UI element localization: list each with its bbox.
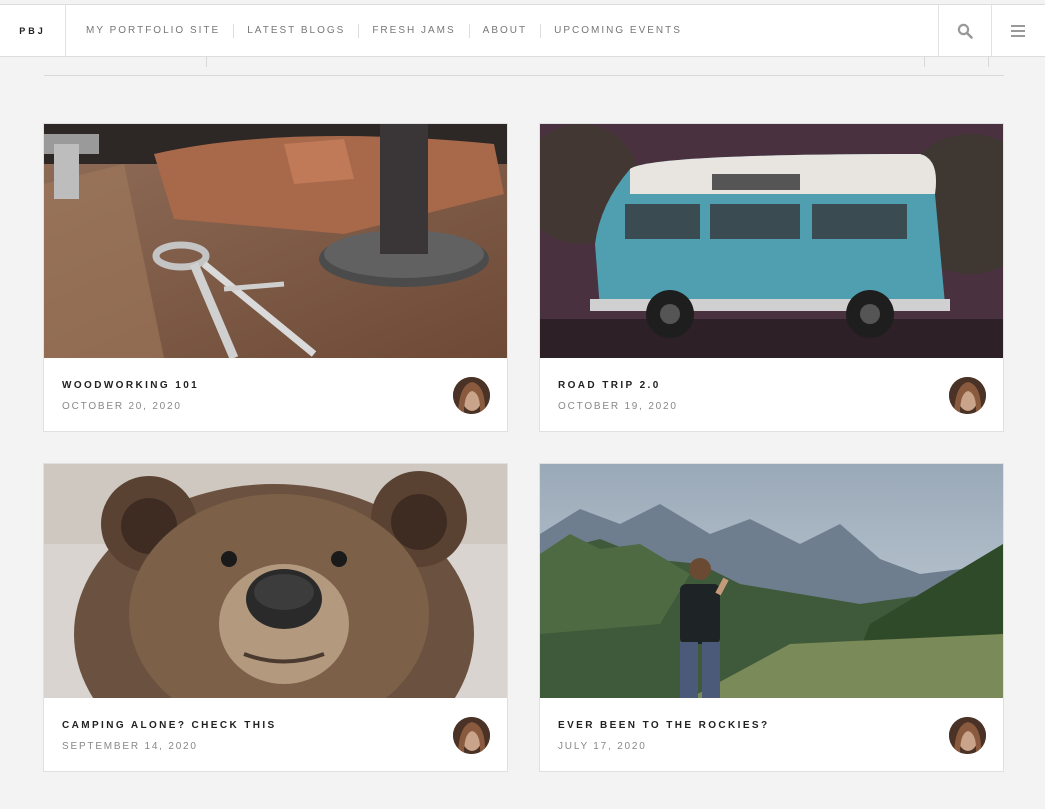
post-image[interactable] [540,464,1003,698]
top-navbar: PBJ MY PORTFOLIO SITE LATEST BLOGS FRESH… [0,4,1045,57]
author-avatar[interactable] [453,717,490,754]
blog-card[interactable]: CAMPING ALONE? CHECK THIS SEPTEMBER 14, … [43,463,508,772]
post-title[interactable]: WOODWORKING 101 [62,380,199,391]
post-title[interactable]: CAMPING ALONE? CHECK THIS [62,720,277,731]
menu-icon [1011,24,1025,37]
nav-item-about[interactable]: ABOUT [470,23,542,38]
blog-card[interactable]: EVER BEEN TO THE ROCKIES? JULY 17, 2020 [539,463,1004,772]
nav-item-portfolio[interactable]: MY PORTFOLIO SITE [66,23,235,38]
header-divider [44,57,1004,76]
blog-card[interactable]: WOODWORKING 101 OCTOBER 20, 2020 [43,123,508,432]
search-icon [957,23,973,39]
post-date: OCTOBER 19, 2020 [558,401,678,412]
post-date: SEPTEMBER 14, 2020 [62,741,198,752]
main-nav: MY PORTFOLIO SITE LATEST BLOGS FRESH JAM… [66,5,695,56]
blog-card[interactable]: ROAD TRIP 2.0 OCTOBER 19, 2020 [539,123,1004,432]
author-avatar[interactable] [453,377,490,414]
author-avatar[interactable] [949,377,986,414]
author-avatar[interactable] [949,717,986,754]
menu-button[interactable] [991,5,1044,56]
nav-item-latest-blogs[interactable]: LATEST BLOGS [234,23,360,38]
search-button[interactable] [938,5,991,56]
brand-logo[interactable]: PBJ [0,5,66,56]
nav-item-upcoming-events[interactable]: UPCOMING EVENTS [541,24,695,38]
post-date: JULY 17, 2020 [558,741,647,752]
post-image[interactable] [540,124,1003,358]
post-image[interactable] [44,124,507,358]
post-title[interactable]: ROAD TRIP 2.0 [558,380,661,391]
post-image[interactable] [44,464,507,698]
post-date: OCTOBER 20, 2020 [62,401,182,412]
post-title[interactable]: EVER BEEN TO THE ROCKIES? [558,720,770,731]
nav-item-fresh-jams[interactable]: FRESH JAMS [359,23,470,38]
